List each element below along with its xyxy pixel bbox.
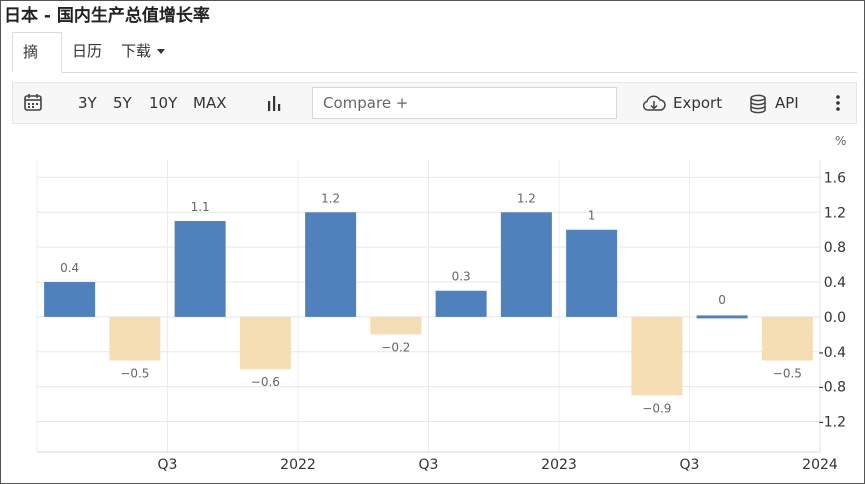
y-tick-label: 0.0 (824, 310, 846, 326)
bar (761, 316, 813, 361)
range-10y-button[interactable]: 10Y (149, 83, 177, 123)
bar-chart-icon[interactable] (265, 94, 283, 112)
gdp-growth-bar-chart: 0.4 −0.5 1.1 −0.6 1.2 −0.2 0.3 1.2 1 −0.9 0 −0.5 1.… (36, 160, 846, 473)
bar (305, 212, 357, 317)
bar (500, 212, 552, 317)
tab-calendar-label: 日历 (72, 42, 103, 60)
y-tick-label: -1.2 (819, 414, 846, 430)
x-tick-label: 2024 (802, 457, 838, 473)
tab-download[interactable]: 下载 (121, 32, 166, 72)
tab-download-label: 下载 (121, 42, 152, 60)
bar (631, 316, 683, 396)
y-tick-label: 1.2 (824, 205, 846, 221)
api-label: API (775, 94, 799, 112)
grid-layer (36, 160, 821, 453)
x-tick-label: 2023 (541, 457, 577, 473)
range-3y-button[interactable]: 3Y (78, 83, 97, 123)
bar (696, 315, 748, 319)
bar (239, 316, 291, 370)
compare-input[interactable] (312, 87, 617, 119)
more-vertical-icon[interactable] (835, 94, 841, 112)
bar-value-label: 1.2 (517, 191, 536, 205)
tab-summary[interactable]: 摘要 (12, 32, 62, 99)
x-tick-label: 2022 (280, 457, 316, 473)
export-button[interactable]: Export (641, 83, 722, 123)
api-button[interactable]: API (749, 83, 799, 123)
chevron-down-icon (157, 49, 166, 54)
bar-value-label: 0.3 (452, 270, 471, 284)
range-max-button[interactable]: MAX (193, 83, 226, 123)
y-tick-label: 0.8 (824, 240, 846, 256)
export-label: Export (673, 94, 723, 112)
bar-value-label: 1.1 (191, 200, 210, 214)
cloud-download-icon (642, 95, 666, 111)
y-tick-label: 1.6 (824, 170, 846, 186)
bar (566, 229, 618, 317)
bar (44, 282, 96, 317)
tab-bar: 摘要 日历 下载 (12, 32, 857, 99)
x-tick-label: Q3 (419, 457, 439, 473)
label-layer: 0.4 −0.5 1.1 −0.6 1.2 −0.2 0.3 1.2 1 −0.9 0 −0.5 (60, 191, 802, 415)
bar-value-label: −0.6 (251, 375, 280, 389)
bar-value-label: 0 (718, 293, 726, 307)
y-tick-label: 0.4 (824, 275, 846, 291)
chart-toolbar: 3Y 5Y 10Y MAX Export API (12, 82, 857, 124)
bar-value-label: −0.2 (381, 340, 410, 354)
tab-calendar[interactable]: 日历 (72, 32, 102, 72)
bar-value-label: 0.4 (60, 261, 79, 275)
bar-value-label: −0.5 (773, 366, 802, 380)
bar (435, 290, 487, 317)
bar-value-label: −0.5 (120, 366, 149, 380)
page-title: 日本 - 国内生产总值增长率 (4, 6, 210, 26)
bar-value-label: 1 (588, 209, 596, 223)
y-tick-label: -0.8 (819, 380, 846, 396)
x-tick-label: Q3 (158, 457, 178, 473)
y-tick-label: -0.4 (819, 345, 846, 361)
database-icon (750, 94, 766, 113)
bar-value-label: 1.2 (321, 191, 340, 205)
calendar-icon[interactable] (23, 92, 43, 112)
bar-value-label: −0.9 (642, 401, 671, 415)
range-5y-button[interactable]: 5Y (113, 83, 132, 123)
bar (370, 316, 422, 335)
bar (109, 316, 161, 361)
x-tick-label: Q3 (680, 457, 700, 473)
bar (174, 221, 226, 317)
